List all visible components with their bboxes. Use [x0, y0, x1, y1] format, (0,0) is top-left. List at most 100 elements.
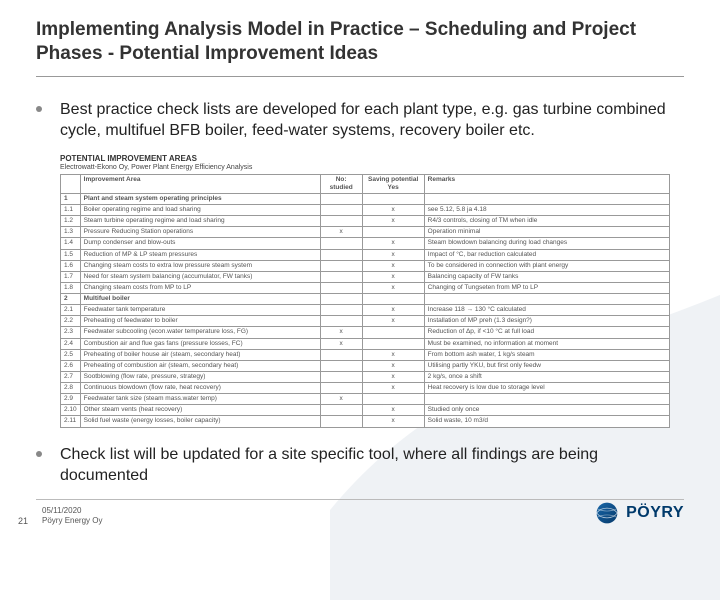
table-cell: [424, 394, 669, 405]
improvement-table: Improvement Area No: studied Saving pote…: [60, 174, 670, 428]
table-cell: Reduction of Δp, if <10 °C at full load: [424, 327, 669, 338]
table-cell: 1.3: [61, 227, 81, 238]
table-cell: [320, 371, 362, 382]
logo-text: PÖYRY: [626, 504, 684, 522]
table-cell: Preheating of boiler house air (steam, s…: [80, 349, 320, 360]
table-row: 2.4Combustion air and flue gas fans (pre…: [61, 338, 670, 349]
col-header-sav: Saving potential Yes: [362, 174, 424, 193]
table-cell: [320, 238, 362, 249]
table-cell: [320, 216, 362, 227]
table-row: 2.3Feedwater subcooling (econ.water temp…: [61, 327, 670, 338]
table-row: 2.11Solid fuel waste (energy losses, boi…: [61, 416, 670, 427]
col-header-rem: Remarks: [424, 174, 669, 193]
table-cell: Must be examined, no information at mome…: [424, 338, 669, 349]
table-cell: [320, 316, 362, 327]
logo-globe-icon: [594, 500, 620, 526]
table-cell: x: [362, 371, 424, 382]
table-cell: x: [362, 405, 424, 416]
table-cell: Changing steam costs to extra low pressu…: [80, 260, 320, 271]
table-cell: 1.1: [61, 205, 81, 216]
table-cell: Other steam vents (heat recovery): [80, 405, 320, 416]
page-title: Implementing Analysis Model in Practice …: [36, 18, 684, 77]
table-cell: Changing steam costs from MP to LP: [80, 282, 320, 293]
table-cell: x: [320, 394, 362, 405]
table-cell: Studied only once: [424, 405, 669, 416]
footer-date: 05/11/2020: [42, 506, 594, 516]
footer-meta: 05/11/2020 Pöyry Energy Oy: [42, 506, 594, 526]
table-cell: [362, 338, 424, 349]
table-cell: x: [362, 260, 424, 271]
table-cell: x: [362, 216, 424, 227]
table-cell: 2.6: [61, 360, 81, 371]
bullet-dot-icon: [36, 451, 42, 457]
table-cell: [424, 193, 669, 204]
table-cell: From bottom ash water, 1 kg/s steam: [424, 349, 669, 360]
table-cell: [320, 193, 362, 204]
table-cell: x: [362, 416, 424, 427]
table-cell: Multifuel boiler: [80, 294, 320, 305]
table-row: 2.9Feedwater tank size (steam mass.water…: [61, 394, 670, 405]
col-header-stud: No: studied: [320, 174, 362, 193]
bullet-item: Best practice check lists are developed …: [36, 99, 684, 142]
table-cell: Changing of Tungseten from MP to LP: [424, 282, 669, 293]
table-cell: [362, 327, 424, 338]
table-cell: x: [362, 282, 424, 293]
table-cell: x: [362, 383, 424, 394]
table-cell: x: [362, 305, 424, 316]
table-cell: [320, 282, 362, 293]
table-cell: Boiler operating regime and load sharing: [80, 205, 320, 216]
col-header-area: Improvement Area: [80, 174, 320, 193]
table-cell: x: [362, 271, 424, 282]
table-cell: 2.10: [61, 405, 81, 416]
table-cell: Increase 118 → 130 °C calculated: [424, 305, 669, 316]
table-cell: x: [320, 227, 362, 238]
table-cell: Preheating of combustion air (steam, sec…: [80, 360, 320, 371]
table-cell: Installation of MP preh (1.3 design?): [424, 316, 669, 327]
table-cell: 1.4: [61, 238, 81, 249]
table-cell: Pressure Reducing Station operations: [80, 227, 320, 238]
table-cell: x: [362, 205, 424, 216]
table-cell: [424, 294, 669, 305]
table-row: 1.6Changing steam costs to extra low pre…: [61, 260, 670, 271]
table-row: 2.6Preheating of combustion air (steam, …: [61, 360, 670, 371]
table-row: 2.5Preheating of boiler house air (steam…: [61, 349, 670, 360]
improvement-table-wrap: POTENTIAL IMPROVEMENT AREAS Electrowatt-…: [60, 154, 670, 428]
table-row: 1.2Steam turbine operating regime and lo…: [61, 216, 670, 227]
table-row: 2.8Continuous blowdown (flow rate, heat …: [61, 383, 670, 394]
table-cell: 2.9: [61, 394, 81, 405]
table-row: 1.5Reduction of MP & LP steam pressuresx…: [61, 249, 670, 260]
table-cell: 1: [61, 193, 81, 204]
table-cell: Combustion air and flue gas fans (pressu…: [80, 338, 320, 349]
brand-logo: PÖYRY: [594, 500, 684, 526]
table-row: 1.7Need for steam system balancing (accu…: [61, 271, 670, 282]
table-cell: [320, 405, 362, 416]
table-cell: Continuous blowdown (flow rate, heat rec…: [80, 383, 320, 394]
table-cell: Reduction of MP & LP steam pressures: [80, 249, 320, 260]
table-cell: Solid waste, 10 m3/d: [424, 416, 669, 427]
table-cell: Impact of °C, bar reduction calculated: [424, 249, 669, 260]
table-cell: see 5.12, 5.8 ja 4.18: [424, 205, 669, 216]
table-cell: 2.5: [61, 349, 81, 360]
table-cell: 2.11: [61, 416, 81, 427]
table-cell: [320, 360, 362, 371]
table-cell: x: [320, 338, 362, 349]
table-cell: [320, 271, 362, 282]
table-cell: Steam turbine operating regime and load …: [80, 216, 320, 227]
table-cell: x: [362, 316, 424, 327]
table-cell: x: [362, 349, 424, 360]
table-cell: To be considered in connection with plan…: [424, 260, 669, 271]
table-row: 2.7Sootblowing (flow rate, pressure, str…: [61, 371, 670, 382]
table-cell: [320, 260, 362, 271]
bullet-dot-icon: [36, 106, 42, 112]
table-cell: 2 kg/s, once a shift: [424, 371, 669, 382]
bullet-text: Best practice check lists are developed …: [60, 99, 684, 142]
table-cell: [362, 227, 424, 238]
table-row: 2.10Other steam vents (heat recovery) xSt…: [61, 405, 670, 416]
table-cell: x: [362, 238, 424, 249]
table-cell: [320, 305, 362, 316]
footer-org: Pöyry Energy Oy: [42, 516, 594, 526]
table-cell: Solid fuel waste (energy losses, boiler …: [80, 416, 320, 427]
table-row: 1.8Changing steam costs from MP to LPxCh…: [61, 282, 670, 293]
page-number: 21: [18, 516, 28, 526]
table-row: 1.1Boiler operating regime and load shar…: [61, 205, 670, 216]
